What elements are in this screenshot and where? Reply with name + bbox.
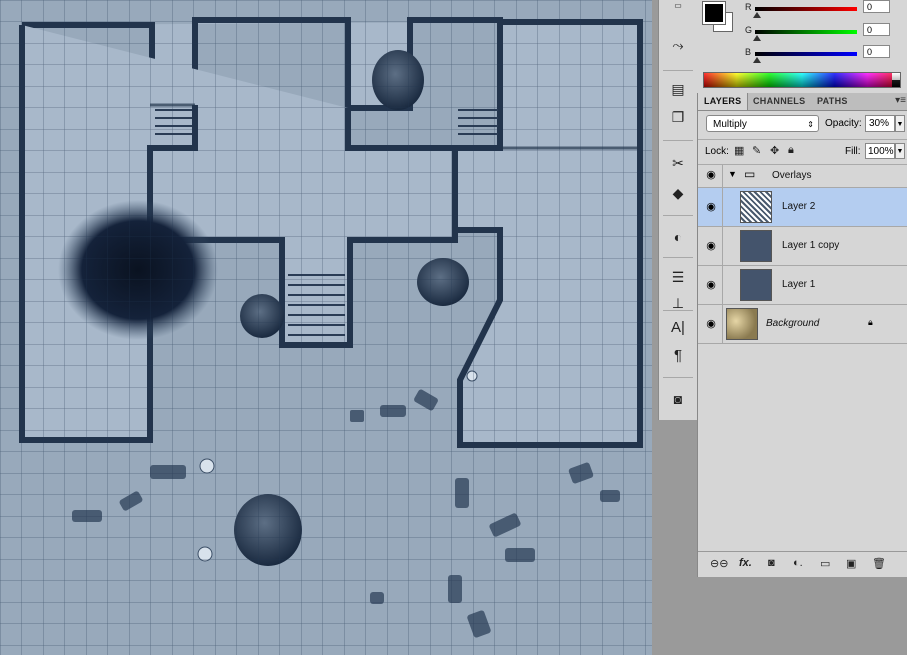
grid-overlay: [0, 0, 652, 655]
chevron-updown-icon: ⇕: [807, 120, 814, 129]
layer-thumbnail: [740, 230, 772, 262]
trash-icon[interactable]: 🗑︎: [872, 557, 886, 570]
adjustment-layer-icon[interactable]: ◐.: [793, 557, 803, 569]
fill-field[interactable]: 100%: [865, 143, 895, 159]
blue-slider[interactable]: [755, 52, 857, 56]
eye-icon[interactable]: ◉: [702, 239, 720, 255]
foreground-color-swatch[interactable]: [702, 1, 726, 25]
layer-name: Background: [766, 318, 820, 329]
folder-icon: ▭: [744, 167, 756, 181]
add-mask-icon[interactable]: ◙: [768, 557, 775, 569]
tab-layers[interactable]: LAYERS: [698, 93, 749, 110]
layer-name: Layer 2: [782, 201, 816, 212]
document-canvas[interactable]: [0, 0, 652, 655]
layer-row-layer-1[interactable]: ◉ Layer 1: [698, 266, 907, 305]
layer-row-background[interactable]: ◉ Background 🔒︎: [698, 305, 907, 344]
new-group-icon[interactable]: ▭: [820, 557, 830, 570]
lock-label: Lock:: [705, 146, 729, 157]
tab-channels[interactable]: CHANNELS: [747, 93, 811, 110]
lock-row: Lock: ▦ ✎ ✥ 🔒︎ Fill: 100% ▼: [698, 139, 907, 165]
color-spectrum-ramp[interactable]: [703, 72, 901, 88]
paragraph-icon[interactable]: ¶: [666, 344, 690, 366]
layer-thumbnail: [740, 269, 772, 301]
layers-panel: LAYERS CHANNELS PATHS ▾≡ Multiply ⇕ Opac…: [697, 93, 907, 578]
lock-position-icon[interactable]: ✥: [770, 144, 779, 157]
red-value-field[interactable]: 0: [863, 0, 890, 13]
lock-transparency-icon[interactable]: ▦: [734, 144, 744, 157]
panel-tabs: LAYERS CHANNELS PATHS ▾≡: [698, 93, 907, 111]
eye-icon[interactable]: ◉: [702, 200, 720, 216]
blend-mode-value: Multiply: [713, 119, 747, 130]
fill-dropdown-icon[interactable]: ▼: [895, 143, 905, 159]
red-slider[interactable]: [755, 7, 857, 11]
styles-icon[interactable]: ☰: [666, 266, 690, 288]
eye-icon[interactable]: ◉: [702, 317, 720, 333]
layer-thumbnail: [740, 191, 772, 223]
mini-bridge-icon[interactable]: ▭: [666, 0, 690, 10]
adjustments-icon[interactable]: ◐: [666, 226, 690, 248]
opacity-label: Opacity:: [825, 118, 862, 129]
tools-icon[interactable]: ✂: [666, 152, 690, 174]
green-value-field[interactable]: 0: [863, 23, 890, 36]
color-panel: R 0 G 0 B 0: [697, 0, 907, 94]
opacity-dropdown-icon[interactable]: ▼: [895, 115, 905, 132]
disclosure-triangle-icon[interactable]: ▼: [728, 169, 737, 179]
blue-value-field[interactable]: 0: [863, 45, 890, 58]
new-layer-icon[interactable]: ▣: [846, 557, 856, 570]
lock-icon: 🔒︎: [868, 317, 873, 327]
red-channel-label: R: [745, 2, 752, 12]
eye-icon[interactable]: ◉: [702, 168, 720, 184]
layer-name: Layer 1: [782, 279, 816, 290]
mask-icon[interactable]: ◙: [666, 388, 690, 410]
lock-pixels-icon[interactable]: ✎: [752, 144, 761, 157]
3d-icon[interactable]: ◆: [666, 182, 690, 204]
layer-name: Layer 1 copy: [782, 240, 840, 251]
blue-channel-label: B: [745, 47, 752, 57]
tab-paths[interactable]: PATHS: [811, 93, 854, 110]
history-brush-icon[interactable]: ⤳: [666, 34, 690, 56]
character-icon[interactable]: A|: [666, 316, 690, 338]
green-slider-thumb[interactable]: [753, 35, 761, 41]
eye-icon[interactable]: ◉: [702, 278, 720, 294]
blue-slider-thumb[interactable]: [753, 57, 761, 63]
clone-source-icon[interactable]: ❐: [666, 106, 690, 128]
panel-menu-icon[interactable]: ▾≡: [895, 95, 906, 106]
link-icon[interactable]: ⊖⊖: [710, 557, 728, 570]
lock-all-icon[interactable]: 🔒︎: [788, 144, 794, 157]
green-slider[interactable]: [755, 30, 857, 34]
map-image: [0, 0, 652, 655]
fx-icon[interactable]: fx.: [739, 557, 752, 569]
panel-icons-strip: ▭ ⤳ ▤ ❐ ✂ ◆ ◐ ☰ ⊥ A| ¶ ◙: [658, 0, 698, 420]
opacity-field[interactable]: 30%: [865, 115, 895, 132]
layer-row-layer-1-copy[interactable]: ◉ Layer 1 copy: [698, 227, 907, 266]
empty-workspace: [697, 577, 907, 655]
layer-thumbnail: [726, 308, 758, 340]
blend-mode-select[interactable]: Multiply ⇕: [706, 115, 819, 132]
fill-label: Fill:: [845, 146, 861, 157]
red-slider-thumb[interactable]: [753, 12, 761, 18]
layers-bottom-bar: ⊖⊖ fx. ◙ ◐. ▭ ▣ 🗑︎: [698, 551, 907, 578]
green-channel-label: G: [745, 25, 753, 35]
layer-row-overlays[interactable]: ◉ ▼ ▭ Overlays: [698, 165, 907, 188]
layer-name: Overlays: [772, 170, 812, 181]
notes-icon[interactable]: ▤: [666, 78, 690, 100]
layer-row-layer-2[interactable]: ◉ Layer 2: [698, 188, 907, 227]
